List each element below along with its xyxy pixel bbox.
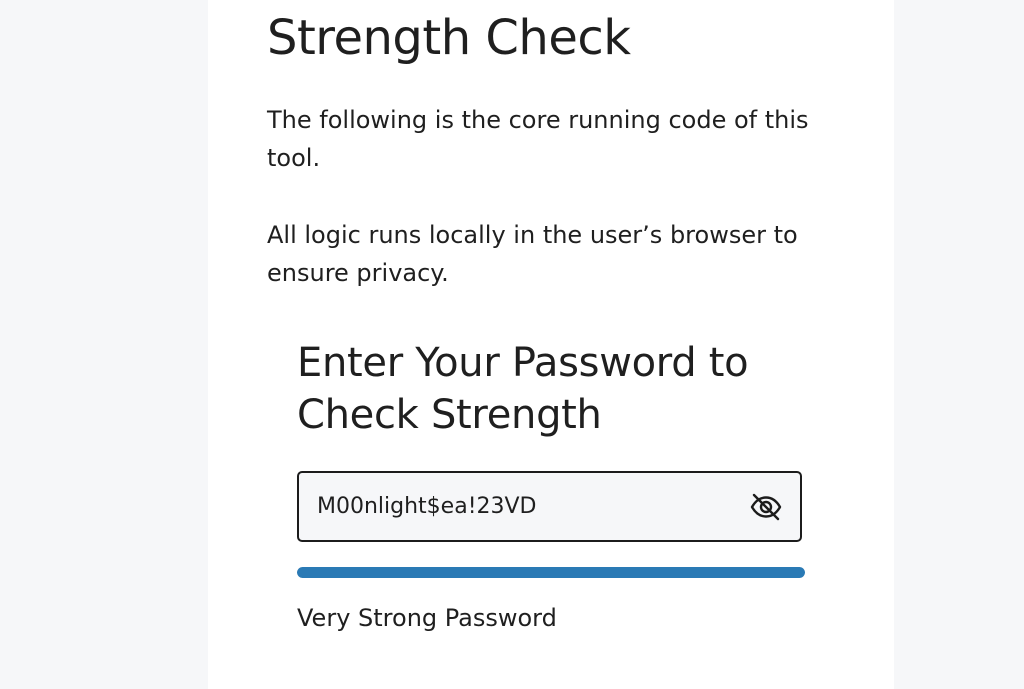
intro-paragraph: The following is the core running code o… <box>267 106 809 172</box>
toggle-visibility-button[interactable] <box>748 489 784 525</box>
checker-heading: Enter Your Password to Check Strength <box>297 340 749 438</box>
password-field <box>297 471 802 542</box>
password-input[interactable] <box>317 473 737 540</box>
strength-label: Very Strong Password <box>297 604 557 632</box>
page-title: Strength Check <box>267 10 631 66</box>
eye-off-icon <box>750 493 782 521</box>
privacy-paragraph: All logic runs locally in the user’s bro… <box>267 221 798 287</box>
main-content: Strength Check The following is the core… <box>208 0 894 689</box>
password-checker-card: Enter Your Password to Check Strength Ve… <box>297 337 807 632</box>
strength-meter-fill <box>297 567 805 578</box>
strength-meter <box>297 567 805 578</box>
